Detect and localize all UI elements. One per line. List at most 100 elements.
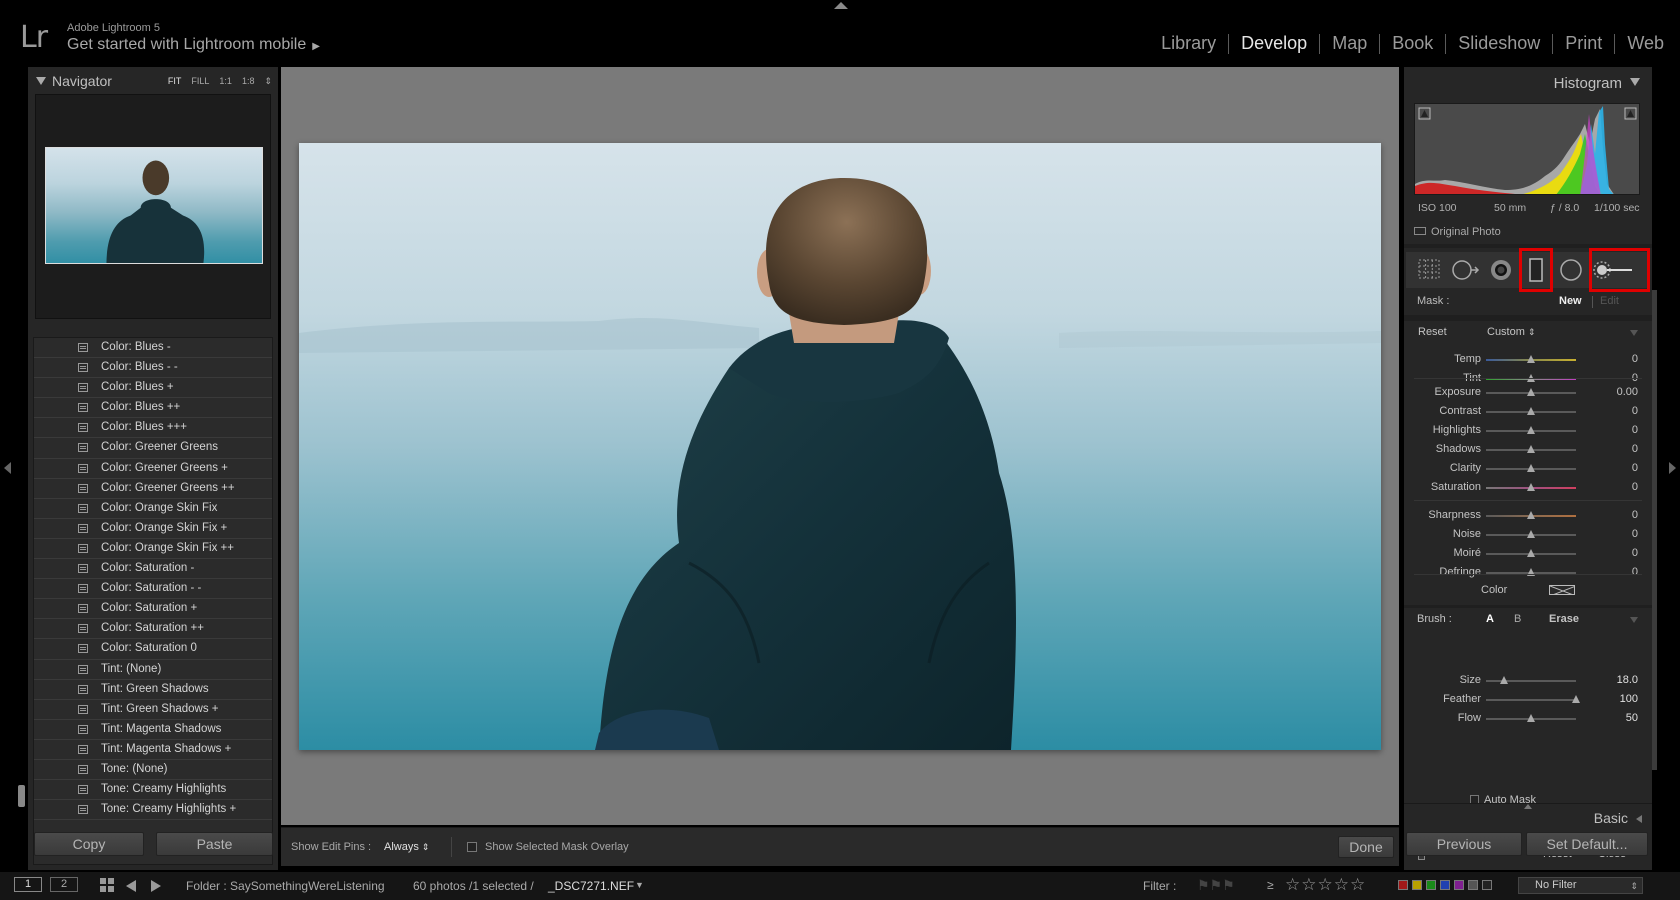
preset-item[interactable]: Color: Blues - - xyxy=(34,358,272,379)
collapse-top-panel-arrow-icon[interactable] xyxy=(834,2,848,9)
module-slideshow[interactable]: Slideshow xyxy=(1446,33,1552,54)
zoom-fit[interactable]: FIT xyxy=(168,76,182,87)
brush-a-button[interactable]: A xyxy=(1486,613,1494,625)
navigator-thumbnail[interactable] xyxy=(45,147,263,264)
slider-value[interactable]: 0 xyxy=(1632,566,1638,578)
monitor-2-button[interactable]: 2 xyxy=(50,877,78,892)
mask-new-button[interactable]: New xyxy=(1559,295,1582,307)
preset-item[interactable]: Tone: Creamy Highlights + xyxy=(34,800,272,821)
left-panel-scrollbar[interactable] xyxy=(18,785,25,807)
copy-button[interactable]: Copy xyxy=(34,832,144,856)
folder-path[interactable]: Folder : SaySomethingWereListening xyxy=(186,879,385,893)
slider-value[interactable]: 50 xyxy=(1626,712,1638,724)
mask-edit-button[interactable]: Edit xyxy=(1600,295,1619,307)
zoom-fill[interactable]: FILL xyxy=(191,76,209,87)
slider-value[interactable]: 0.00 xyxy=(1617,386,1638,398)
color-swatch[interactable] xyxy=(1549,585,1575,595)
slider-value[interactable]: 0 xyxy=(1632,405,1638,417)
slider-knob[interactable] xyxy=(1500,676,1508,684)
slider-knob[interactable] xyxy=(1527,714,1535,722)
slider-value[interactable]: 0 xyxy=(1632,424,1638,436)
rating-operator-icon[interactable]: ≥ xyxy=(1267,878,1274,892)
original-photo-checkbox[interactable] xyxy=(1414,227,1426,235)
slider-clarity[interactable]: Clarity 0 xyxy=(1404,460,1652,478)
crop-overlay-tool-icon[interactable] xyxy=(1416,252,1442,288)
collapse-left-panel-arrow-icon[interactable] xyxy=(4,462,11,474)
forward-arrow-icon[interactable] xyxy=(151,880,161,892)
slider-flow[interactable]: Flow 50 xyxy=(1404,710,1652,728)
effect-collapse-triangle-icon[interactable] xyxy=(1630,330,1638,336)
preset-item[interactable]: Color: Saturation - xyxy=(34,559,272,580)
slider-value[interactable]: 0 xyxy=(1632,462,1638,474)
slider-value[interactable]: 0 xyxy=(1632,353,1638,365)
paste-button[interactable]: Paste xyxy=(156,832,273,856)
preset-item[interactable]: Color: Saturation ++ xyxy=(34,619,272,640)
zoom-1-1[interactable]: 1:1 xyxy=(219,76,232,87)
preset-item[interactable]: Color: Saturation - - xyxy=(34,579,272,600)
slider-moir[interactable]: Moiré 0 xyxy=(1404,545,1652,563)
slider-value[interactable]: 100 xyxy=(1620,693,1638,705)
module-book[interactable]: Book xyxy=(1380,33,1445,54)
collapse-triangle-icon[interactable] xyxy=(36,77,46,85)
brush-erase-button[interactable]: Erase xyxy=(1549,613,1579,625)
effect-reset-button[interactable]: Reset xyxy=(1418,326,1447,338)
module-develop[interactable]: Develop xyxy=(1229,33,1319,54)
monitor-1-button[interactable]: 1 xyxy=(14,877,42,892)
red-eye-tool-icon[interactable] xyxy=(1488,252,1514,288)
preset-item[interactable]: Tone: (None) xyxy=(34,760,272,781)
red-label-icon[interactable] xyxy=(1398,880,1408,890)
preset-item[interactable]: Tone: Creamy Highlights xyxy=(34,780,272,801)
filter-preset-select[interactable]: No Filter ⇕ xyxy=(1518,877,1643,894)
basic-panel-header[interactable]: Basic xyxy=(1404,803,1652,827)
green-label-icon[interactable] xyxy=(1426,880,1436,890)
main-photo[interactable] xyxy=(299,143,1381,750)
no-label-icon[interactable] xyxy=(1482,880,1492,890)
slider-knob[interactable] xyxy=(1572,695,1580,703)
blue-label-icon[interactable] xyxy=(1440,880,1450,890)
slider-value[interactable]: 0 xyxy=(1632,547,1638,559)
purple-label-icon[interactable] xyxy=(1454,880,1464,890)
preset-item[interactable]: Color: Saturation + xyxy=(34,599,272,620)
slider-noise[interactable]: Noise 0 xyxy=(1404,526,1652,544)
preset-item[interactable]: Color: Orange Skin Fix ++ xyxy=(34,539,272,560)
preset-item[interactable]: Color: Blues +++ xyxy=(34,418,272,439)
slider-knob[interactable] xyxy=(1527,355,1535,363)
slider-value[interactable]: 18.0 xyxy=(1617,674,1638,686)
spot-removal-tool-icon[interactable] xyxy=(1450,252,1480,288)
color-label-filters[interactable] xyxy=(1398,880,1492,890)
brush-b-button[interactable]: B xyxy=(1514,613,1521,625)
slider-value[interactable]: 0 xyxy=(1632,528,1638,540)
slider-defringe[interactable]: Defringe 0 xyxy=(1404,564,1652,582)
slider-exposure[interactable]: Exposure 0.00 xyxy=(1404,384,1652,402)
slider-knob[interactable] xyxy=(1527,511,1535,519)
slider-sharpness[interactable]: Sharpness 0 xyxy=(1404,507,1652,525)
histogram-header[interactable]: Histogram xyxy=(1554,75,1640,92)
collapse-triangle-icon[interactable] xyxy=(1630,78,1640,86)
selected-filename[interactable]: _DSC7271.NEF xyxy=(548,879,634,893)
slider-knob[interactable] xyxy=(1527,549,1535,557)
custom-label-icon[interactable] xyxy=(1468,880,1478,890)
back-arrow-icon[interactable] xyxy=(126,880,136,892)
slider-knob[interactable] xyxy=(1527,483,1535,491)
slider-temp[interactable]: Temp 0 xyxy=(1404,351,1652,369)
preset-item[interactable]: Color: Greener Greens ++ xyxy=(34,479,272,499)
collapse-right-panel-arrow-icon[interactable] xyxy=(1669,462,1676,474)
slider-knob[interactable] xyxy=(1527,388,1535,396)
preset-item[interactable]: Tint: (None) xyxy=(34,660,272,680)
slider-knob[interactable] xyxy=(1527,445,1535,453)
slider-value[interactable]: 0 xyxy=(1632,481,1638,493)
done-button[interactable]: Done xyxy=(1338,836,1394,858)
preset-item[interactable]: Tint: Green Shadows + xyxy=(34,700,272,720)
original-photo-toggle[interactable]: Original Photo xyxy=(1414,226,1501,238)
slider-knob[interactable] xyxy=(1527,426,1535,434)
filename-dropdown-icon[interactable]: ▼ xyxy=(635,880,644,890)
navigator-header[interactable]: Navigator FIT FILL 1:1 1:8 ⇕ xyxy=(36,71,272,91)
preset-item[interactable]: Color: Greener Greens xyxy=(34,438,272,459)
slider-knob[interactable] xyxy=(1527,407,1535,415)
lightroom-mobile-link[interactable]: Get started with Lightroom mobile ▶ xyxy=(67,36,320,54)
rating-stars-filter[interactable]: ☆☆☆☆☆ xyxy=(1285,875,1366,895)
preset-item[interactable]: Color: Orange Skin Fix + xyxy=(34,519,272,539)
slider-knob[interactable] xyxy=(1527,464,1535,472)
module-print[interactable]: Print xyxy=(1553,33,1614,54)
flag-filter-icons[interactable]: ⚑⚑⚑ xyxy=(1197,877,1235,894)
